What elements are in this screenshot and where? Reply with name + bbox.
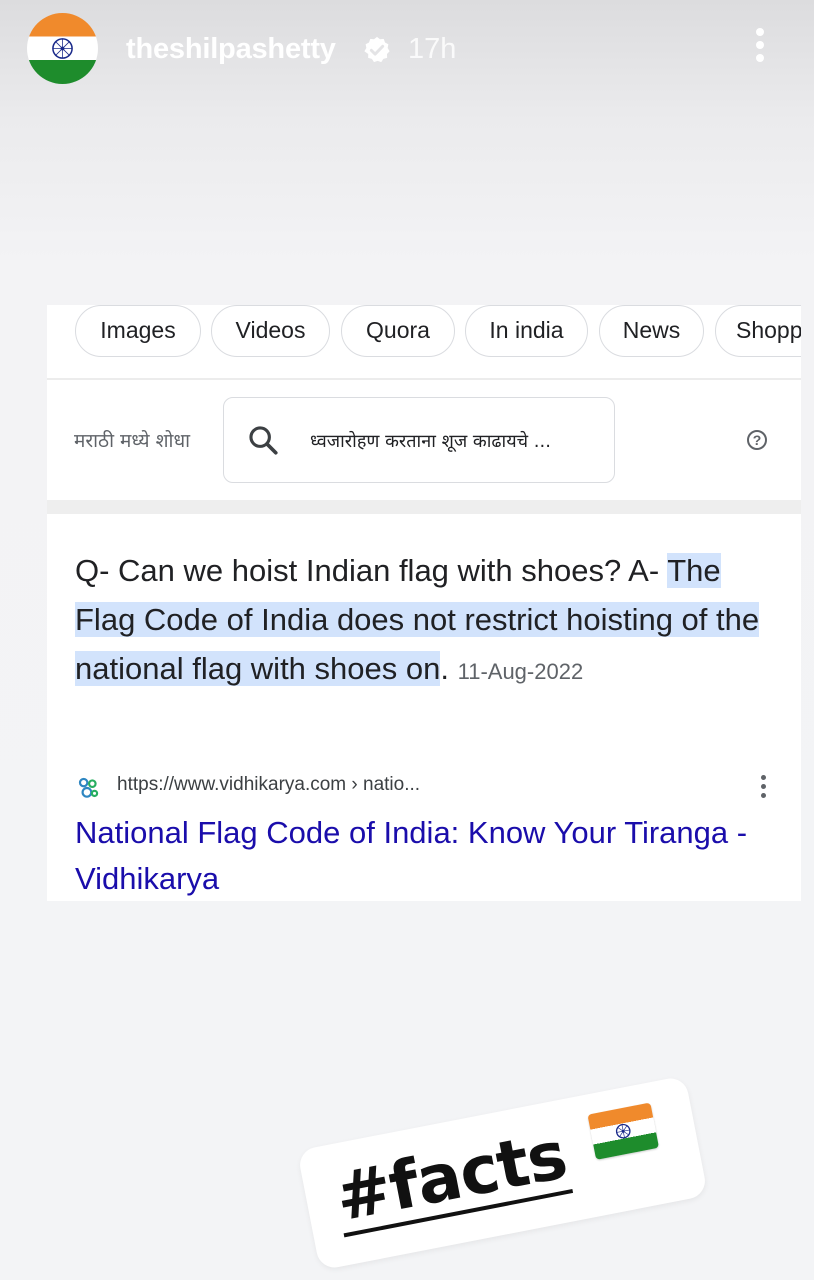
profile-avatar[interactable] [27,13,98,84]
story-header: theshilpashetty 17h [0,0,814,100]
chip-shopping[interactable]: Shopp [715,305,801,357]
section-separator [47,500,801,514]
hashtag-sticker[interactable]: #facts [296,1075,709,1271]
language-search-row: मराठी मध्ये शोधा ध्वजारोहण करताना शूज का… [47,380,801,500]
search-icon [249,426,278,455]
result-source[interactable]: https://www.vidhikarya.com › natio... [75,773,775,803]
help-circle-icon[interactable]: ? [747,430,767,450]
ashoka-chakra-icon [52,38,73,59]
result-url[interactable]: https://www.vidhikarya.com › natio... [117,774,420,796]
hashtag-text: #facts [329,1116,573,1238]
verified-badge-icon [364,36,390,63]
chip-in-india[interactable]: In india [465,305,588,357]
chip-quora[interactable]: Quora [341,305,455,357]
story-username[interactable]: theshilpashetty [126,33,336,66]
chip-news[interactable]: News [599,305,704,357]
ashoka-chakra-icon [615,1123,631,1139]
featured-snippet: Q- Can we hoist Indian flag with shoes? … [75,546,775,696]
snippet-date: 11-Aug-2022 [457,659,584,684]
suggested-query-text: ध्वजारोहण करताना शूज काढायचे ... [310,431,551,452]
suggested-search-box[interactable]: ध्वजारोहण करताना शूज काढायचे ... [223,397,615,483]
indian-flag-emoji [587,1102,660,1160]
result-title-link[interactable]: National Flag Code of India: Know Your T… [75,810,775,902]
site-favicon-icon [78,777,99,798]
snippet-question: Q- Can we hoist Indian flag with shoes? … [75,553,660,588]
more-vertical-icon[interactable] [753,28,767,68]
google-result-screenshot: Images Videos Quora In india News Shopp … [47,305,801,901]
chip-videos[interactable]: Videos [211,305,330,357]
story-timestamp: 17h [408,33,457,65]
more-vertical-icon[interactable] [759,775,767,803]
search-filter-chips: Images Videos Quora In india News Shopp [47,305,801,377]
snippet-answer-end: . [440,651,449,686]
language-search-label: मराठी मध्ये शोधा [74,430,191,452]
chip-images[interactable]: Images [75,305,201,357]
